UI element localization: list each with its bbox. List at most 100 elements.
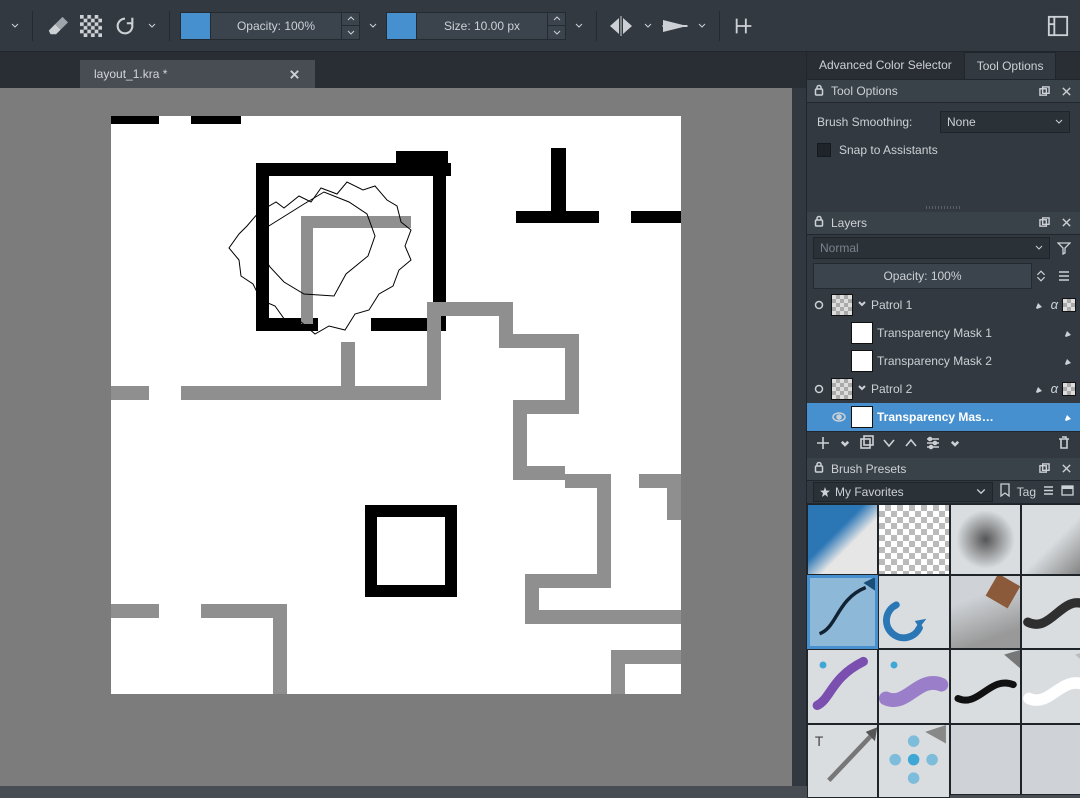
wrap-around-icon[interactable] (730, 12, 758, 40)
brush-preset[interactable] (878, 575, 949, 649)
edit-icon[interactable] (1034, 381, 1047, 397)
bookmark-icon[interactable] (999, 483, 1011, 500)
layer-props-dropdown[interactable] (947, 437, 963, 453)
workspace-chooser-icon[interactable] (1044, 12, 1072, 40)
brush-preset[interactable]: T (807, 724, 878, 798)
brush-preset[interactable] (1021, 724, 1080, 795)
brush-preset[interactable] (878, 504, 949, 575)
expand-icon[interactable] (857, 298, 867, 312)
lock-icon[interactable] (813, 84, 825, 99)
layer-row[interactable]: Transparency Mask 1 (807, 319, 1080, 347)
size-spinner[interactable] (547, 13, 565, 39)
opacity-field[interactable]: Opacity: 100% (180, 12, 360, 40)
alpha-lock-icon[interactable] (77, 12, 105, 40)
visibility-icon[interactable] (831, 325, 847, 341)
brush-preset[interactable] (1021, 504, 1080, 575)
edit-icon[interactable] (1034, 297, 1047, 313)
tab-tool-options[interactable]: Tool Options (964, 52, 1057, 79)
layer-row[interactable]: Transparency Mask 2 (807, 347, 1080, 375)
opacity-dropdown[interactable] (366, 12, 380, 40)
layer-list: Patrol 1 α Transparency Mask 1 Transpare… (807, 291, 1080, 431)
brush-preset[interactable] (1021, 649, 1080, 723)
smoothing-select[interactable]: None (940, 111, 1070, 133)
mirror-v-dropdown[interactable] (695, 12, 709, 40)
layer-flag-icon[interactable] (1062, 298, 1076, 312)
size-dropdown[interactable] (572, 12, 586, 40)
layer-row[interactable]: Transparency Mas… (807, 403, 1080, 431)
layer-properties-icon[interactable] (925, 435, 941, 454)
tool-dropdown[interactable] (8, 12, 22, 40)
edit-icon[interactable] (1063, 353, 1076, 369)
brush-preset[interactable] (807, 504, 878, 575)
opacity-spinner[interactable] (341, 13, 359, 39)
blend-mode-value: Normal (820, 241, 859, 255)
dock-tab-bar: Advanced Color Selector Tool Options (807, 52, 1080, 80)
edit-icon[interactable] (1063, 325, 1076, 341)
visibility-icon[interactable] (811, 297, 827, 313)
expand-icon[interactable] (857, 382, 867, 396)
mirror-h-dropdown[interactable] (641, 12, 655, 40)
lock-icon[interactable] (813, 461, 825, 476)
alpha-icon[interactable]: α (1051, 297, 1058, 312)
move-down-icon[interactable] (881, 435, 897, 454)
filter-icon[interactable] (1054, 237, 1074, 259)
float-icon[interactable] (1036, 461, 1052, 477)
eraser-mode-icon[interactable] (43, 12, 71, 40)
canvas[interactable] (111, 116, 681, 694)
brush-preset[interactable] (878, 724, 949, 798)
layer-row[interactable]: Patrol 2 α (807, 375, 1080, 403)
snap-checkbox[interactable] (817, 143, 831, 157)
edit-icon[interactable] (1063, 409, 1076, 425)
brush-preset[interactable] (807, 649, 878, 723)
move-up-icon[interactable] (903, 435, 919, 454)
size-swatch[interactable] (387, 13, 417, 39)
tab-color-selector[interactable]: Advanced Color Selector (807, 52, 964, 79)
brush-preset[interactable] (878, 649, 949, 723)
visibility-icon[interactable] (831, 353, 847, 369)
brush-preset[interactable] (950, 504, 1021, 575)
close-panel-icon[interactable] (1058, 461, 1074, 477)
storage-icon[interactable] (1061, 484, 1074, 500)
duplicate-layer-icon[interactable] (859, 435, 875, 454)
size-field[interactable]: Size: 10.00 px (386, 12, 566, 40)
layer-flag-icon[interactable] (1062, 382, 1076, 396)
tag-label: Tag (1017, 485, 1036, 499)
panel-resize-handle[interactable] (807, 203, 1080, 212)
favorites-select[interactable]: My Favorites (813, 482, 993, 502)
layer-thumb (851, 350, 873, 372)
layer-opacity-slider[interactable]: Opacity: 100% (813, 263, 1032, 289)
float-icon[interactable] (1036, 215, 1052, 231)
layer-name: Transparency Mask 1 (877, 326, 1059, 340)
brush-preset[interactable] (807, 575, 878, 649)
visibility-icon[interactable] (831, 409, 847, 425)
document-tab[interactable]: layout_1.kra * (80, 60, 315, 88)
alpha-icon[interactable]: α (1051, 381, 1058, 396)
blend-mode-select[interactable]: Normal (813, 237, 1050, 259)
brush-preset[interactable] (950, 724, 1021, 795)
mirror-horizontal-icon[interactable] (607, 12, 635, 40)
reload-dropdown[interactable] (145, 12, 159, 40)
vertical-scrollbar[interactable] (792, 88, 806, 786)
size-value: Size: 10.00 px (417, 13, 547, 39)
mirror-vertical-icon[interactable] (661, 12, 689, 40)
add-layer-icon[interactable] (815, 435, 831, 454)
brush-preset[interactable] (950, 649, 1021, 723)
lock-icon[interactable] (813, 215, 825, 230)
close-panel-icon[interactable] (1058, 83, 1074, 99)
layer-menu-icon[interactable] (1054, 265, 1074, 287)
brush-preset[interactable] (950, 575, 1021, 649)
canvas-viewport[interactable] (0, 88, 792, 786)
brush-preset[interactable] (1021, 575, 1080, 649)
opacity-swatch[interactable] (181, 13, 211, 39)
favorites-label: My Favorites (835, 485, 904, 499)
layer-row[interactable]: Patrol 1 α (807, 291, 1080, 319)
float-icon[interactable] (1036, 83, 1052, 99)
reload-icon[interactable] (111, 12, 139, 40)
close-panel-icon[interactable] (1058, 215, 1074, 231)
close-icon[interactable] (287, 67, 301, 81)
add-layer-dropdown[interactable] (837, 437, 853, 453)
visibility-icon[interactable] (811, 381, 827, 397)
delete-layer-icon[interactable] (1056, 435, 1072, 454)
layers-header: Layers (807, 212, 1080, 235)
list-view-icon[interactable] (1042, 484, 1055, 500)
